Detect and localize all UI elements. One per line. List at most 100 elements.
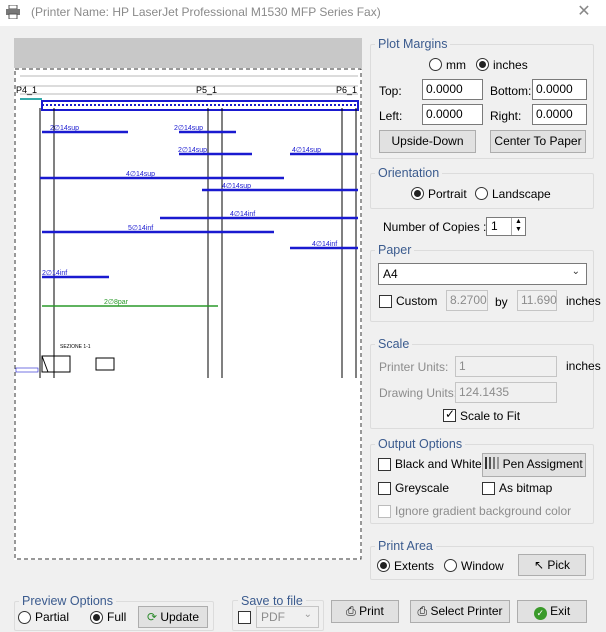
preview-label-p4: P4_1 xyxy=(16,85,37,95)
preview-label-p5: P5_1 xyxy=(196,85,217,95)
printer-units-input[interactable]: 1 xyxy=(455,356,557,377)
custom-label: Custom xyxy=(396,294,438,308)
landscape-label: Landscape xyxy=(492,187,551,201)
paper-group xyxy=(370,250,594,322)
paper-size-select[interactable]: A4 ⌄ xyxy=(378,263,587,285)
extents-label: Extents xyxy=(394,559,435,573)
extents-radio[interactable] xyxy=(377,559,390,572)
window-title: (Printer Name: HP LaserJet Professional … xyxy=(31,5,381,19)
exit-label: Exit xyxy=(550,604,571,618)
print-area-title: Print Area xyxy=(375,539,436,553)
partial-label: Partial xyxy=(35,610,70,624)
print-label: Print xyxy=(359,604,384,618)
scale-to-fit-label: Scale to Fit xyxy=(460,409,521,423)
copies-value: 1 xyxy=(491,219,498,233)
right-label: Right: xyxy=(490,109,522,123)
upside-down-button[interactable]: Upside-Down xyxy=(379,130,476,153)
bar-label: 4∅14inf xyxy=(312,241,337,248)
window-label: Window xyxy=(461,559,504,573)
landscape-radio[interactable] xyxy=(475,187,488,200)
paper-height-input[interactable]: 11.690 xyxy=(517,290,557,311)
left-input[interactable]: 0.0000 xyxy=(422,104,483,125)
printer-icon xyxy=(6,5,20,19)
pick-button[interactable]: ↖ Pick xyxy=(518,554,586,576)
as-bitmap-label: As bitmap xyxy=(499,481,553,495)
bar-label: 4∅14sup xyxy=(126,171,155,178)
center-to-paper-button[interactable]: Center To Paper xyxy=(490,130,586,153)
right-input[interactable]: 0.0000 xyxy=(532,104,587,125)
scale-to-fit-checkbox[interactable] xyxy=(443,407,456,422)
chevron-down-icon: ⌄ xyxy=(303,609,312,620)
preview-options-title: Preview Options xyxy=(19,594,117,608)
paper-size-value: A4 xyxy=(383,267,398,281)
print-button[interactable]: ⎙ Print xyxy=(331,600,399,623)
inches-radio[interactable] xyxy=(476,58,489,71)
save-to-file-checkbox[interactable] xyxy=(238,611,251,624)
full-radio[interactable] xyxy=(90,611,103,624)
orientation-title: Orientation xyxy=(375,166,443,180)
left-label: Left: xyxy=(379,109,403,123)
copies-label: Number of Copies : xyxy=(383,220,487,234)
mm-radio[interactable] xyxy=(429,58,442,71)
section-label: SEZIONE 1-1 xyxy=(60,344,91,350)
bottom-label: Bottom: xyxy=(490,84,532,98)
bar-label: 4∅14sup xyxy=(222,183,251,190)
drawing-units-input[interactable]: 124.1435 xyxy=(455,382,557,403)
select-printer-label: Select Printer xyxy=(430,604,503,618)
ignore-gradient-checkbox[interactable] xyxy=(378,505,391,518)
black-white-label: Black and White xyxy=(395,457,482,471)
exit-button[interactable]: ✓ Exit xyxy=(517,600,587,623)
update-label: Update xyxy=(160,610,200,624)
output-options-title: Output Options xyxy=(375,437,466,451)
plot-margins-title: Plot Margins xyxy=(375,37,451,51)
check-icon: ✓ xyxy=(533,607,547,620)
scale-title: Scale xyxy=(375,337,413,351)
chevron-down-icon: ⌄ xyxy=(571,266,580,277)
spin-arrows-icon[interactable]: ▲ ▼ xyxy=(511,218,525,235)
scale-unit-label: inches xyxy=(566,359,601,373)
bar-label: 2∅14sup xyxy=(174,125,203,132)
select-printer-button[interactable]: ⎙ Select Printer xyxy=(410,600,510,623)
drawing-units-label: Drawing Units: xyxy=(379,386,458,400)
as-bitmap-checkbox[interactable] xyxy=(482,482,495,495)
custom-checkbox[interactable] xyxy=(379,295,392,308)
greyscale-label: Greyscale xyxy=(395,481,450,495)
bar-label: 2∅14sup xyxy=(50,125,79,132)
portrait-label: Portrait xyxy=(428,187,467,201)
bar-label: 2∅14inf xyxy=(42,270,67,277)
pen-assignment-button[interactable]: Pen Assigment xyxy=(482,453,586,477)
preview-drawing: P4_1 P5_1 P6_1 2∅14sup 2∅14sup 2∅14sup 4… xyxy=(14,68,362,560)
paper-unit-label: inches xyxy=(566,294,601,308)
greyscale-checkbox[interactable] xyxy=(378,482,391,495)
printer-units-label: Printer Units: xyxy=(379,360,449,374)
printer-icon: ⎙ xyxy=(346,604,356,618)
pen-bars-icon xyxy=(485,457,500,469)
bar-label: 4∅14inf xyxy=(230,211,255,218)
paper-title: Paper xyxy=(375,243,415,257)
bar-label: 2∅8par xyxy=(104,299,129,306)
pick-cursor-icon: ↖ xyxy=(533,558,545,572)
inches-label: inches xyxy=(493,58,528,72)
printer-select-icon: ⎙ xyxy=(417,604,428,618)
copies-stepper[interactable]: 1 ▲ ▼ xyxy=(486,217,526,236)
top-input[interactable]: 0.0000 xyxy=(422,79,483,100)
file-format-select[interactable]: PDF ⌄ xyxy=(256,606,319,628)
portrait-radio[interactable] xyxy=(411,187,424,200)
pen-assignment-label: Pen Assigment xyxy=(502,457,583,471)
window-radio[interactable] xyxy=(444,559,457,572)
black-white-checkbox[interactable] xyxy=(378,458,391,471)
bar-label: 5∅14inf xyxy=(128,225,153,232)
full-label: Full xyxy=(107,610,127,624)
file-format-value: PDF xyxy=(261,610,285,624)
close-button[interactable]: ✕ xyxy=(572,3,596,23)
update-button[interactable]: ⟳ Update xyxy=(138,606,208,628)
refresh-icon: ⟳ xyxy=(146,610,157,624)
top-label: Top: xyxy=(379,84,402,98)
mm-label: mm xyxy=(446,58,466,72)
bar-label: 4∅14sup xyxy=(292,147,321,154)
bar-label: 2∅14sup xyxy=(178,147,207,154)
bottom-input[interactable]: 0.0000 xyxy=(532,79,587,100)
partial-radio[interactable] xyxy=(18,611,31,624)
paper-width-input[interactable]: 8.2700 xyxy=(446,290,488,311)
by-label: by xyxy=(495,295,508,309)
